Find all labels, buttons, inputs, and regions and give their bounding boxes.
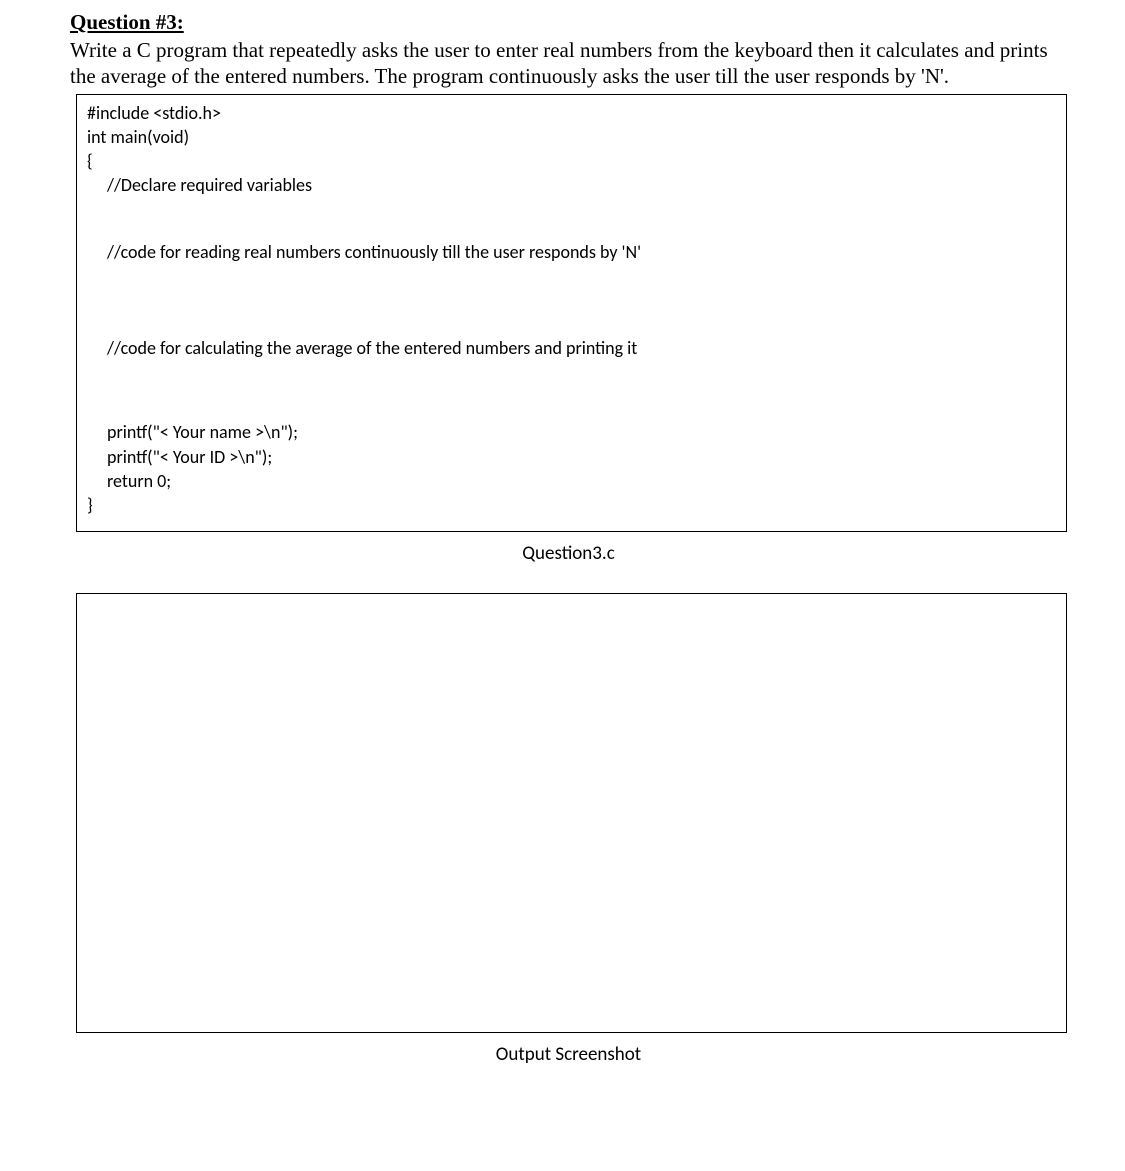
code-line-return: return 0;	[87, 469, 1056, 493]
output-screenshot-box	[76, 593, 1067, 1033]
code-line-include: #include <stdio.h>	[87, 101, 1056, 125]
code-comment-read: //code for reading real numbers continuo…	[87, 240, 1056, 264]
output-caption: Output Screenshot	[70, 1043, 1067, 1066]
code-line-main: int main(void)	[87, 125, 1056, 149]
code-line-open-brace: {	[87, 149, 1056, 173]
question-title: Question #3:	[70, 10, 1067, 35]
code-caption: Question3.c	[70, 542, 1067, 565]
code-line-close-brace: }	[87, 493, 1056, 517]
code-box: #include <stdio.h> int main(void) { //De…	[76, 94, 1067, 533]
code-line-printf-id: printf("< Your ID >\n");	[87, 445, 1056, 469]
code-comment-declare: //Declare required variables	[87, 173, 1056, 197]
code-comment-avg: //code for calculating the average of th…	[87, 336, 1056, 360]
question-text: Write a C program that repeatedly asks t…	[70, 37, 1067, 90]
code-line-printf-name: printf("< Your name >\n");	[87, 420, 1056, 444]
